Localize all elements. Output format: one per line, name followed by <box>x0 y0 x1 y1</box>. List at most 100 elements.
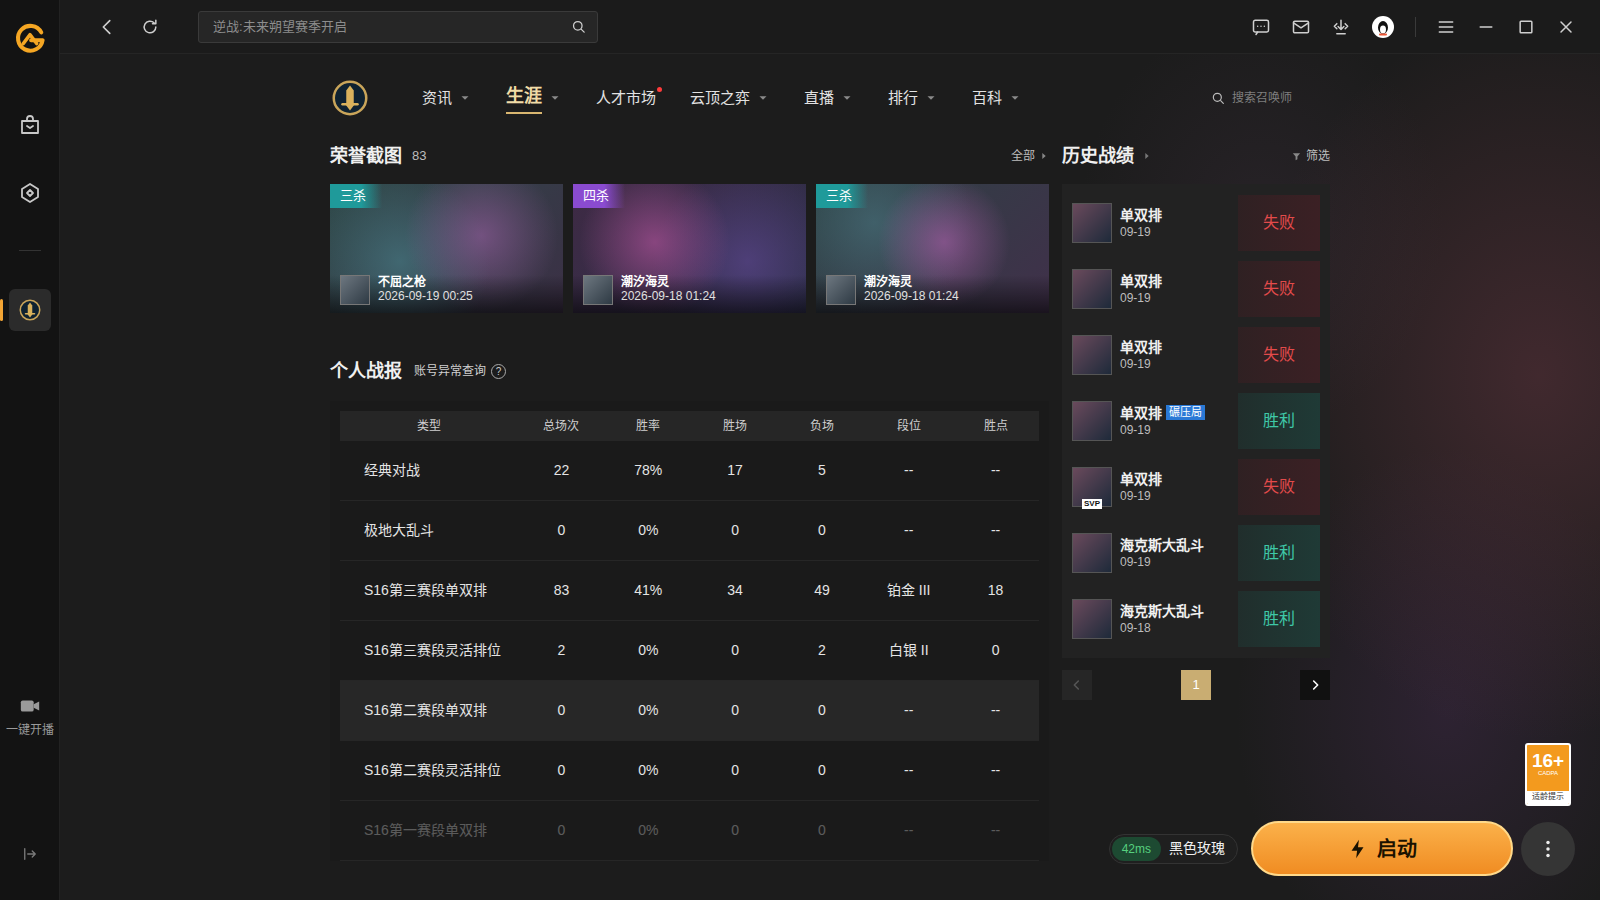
toolbar-divider <box>1415 17 1416 37</box>
honor-screenshot[interactable]: 三杀潮汐海灵2026-09-18 01:24 <box>816 184 1049 313</box>
minimize-icon[interactable] <box>1476 17 1496 37</box>
maximize-icon[interactable] <box>1516 17 1536 37</box>
content: 资讯生涯人才市场云顶之弈直播排行百科荣誉截图83全部三杀不屈之枪2026-09-… <box>60 54 1600 900</box>
nav-tab[interactable]: 排行 <box>888 81 938 116</box>
mail-icon[interactable] <box>1291 17 1311 37</box>
report-row[interactable]: S16第三赛段单双排8341%3449铂金 III18 <box>340 561 1039 621</box>
match-mode-line: 单双排碾压局 <box>1120 404 1205 422</box>
report-cell: 17 <box>692 460 779 481</box>
nav-tab[interactable]: 直播 <box>804 81 854 116</box>
chat-icon[interactable] <box>1251 17 1271 37</box>
match-date: 09-19 <box>1120 356 1162 373</box>
match-result: 胜利 <box>1238 591 1320 647</box>
nav-tab[interactable]: 人才市场 <box>596 81 656 116</box>
champion-name: 潮汐海灵 <box>864 275 959 289</box>
game-search-input[interactable] <box>211 16 570 38</box>
nav-tab-label: 百科 <box>972 87 1002 110</box>
report-cell: -- <box>952 520 1039 541</box>
match-mode-line: 单双排 <box>1120 206 1162 224</box>
report-row-cells: S16第一赛段单双排00%00---- <box>340 801 1039 860</box>
wegame-logo-icon[interactable] <box>12 20 48 56</box>
match-item[interactable]: 单双排09-19失败 <box>1072 190 1320 256</box>
close-icon[interactable] <box>1556 17 1576 37</box>
honor-screenshot[interactable]: 三杀不屈之枪2026-09-19 00:25 <box>330 184 563 313</box>
camera-icon <box>15 695 45 717</box>
champion-avatar <box>1072 203 1112 243</box>
store-icon <box>18 113 42 137</box>
server-status[interactable]: 42ms黑色玫瑰 <box>1109 834 1238 864</box>
right-column: 历史战绩筛选单双排09-19失败单双排09-19失败单双排09-19失败单双排碾… <box>1062 122 1330 861</box>
search-icon[interactable] <box>1210 90 1226 106</box>
search-icon[interactable] <box>570 18 587 35</box>
nav-tab[interactable]: 生涯 <box>506 77 562 120</box>
download-icon[interactable] <box>1331 17 1351 37</box>
report-cell: 极地大乱斗 <box>340 520 518 541</box>
view-all-link[interactable]: 全部 <box>1011 147 1049 165</box>
screenshot-caption: 不屈之枪2026-09-19 00:25 <box>330 275 563 313</box>
back-icon[interactable] <box>96 16 118 38</box>
champion-avatar <box>340 275 370 305</box>
history-title-link[interactable]: 历史战绩 <box>1062 143 1152 170</box>
match-info: 海克斯大乱斗09-19 <box>1120 536 1204 571</box>
nav-tab[interactable]: 百科 <box>972 81 1022 116</box>
column-header: 类型 <box>340 417 518 435</box>
user-avatar-icon[interactable] <box>1371 15 1395 39</box>
honor-header: 荣誉截图83全部 <box>330 142 1049 170</box>
column-header: 胜率 <box>605 417 692 435</box>
ping-value: 42ms <box>1112 837 1161 861</box>
match-item[interactable]: 单双排碾压局09-19胜利 <box>1072 388 1320 454</box>
summoner-search-input[interactable] <box>1230 88 1320 108</box>
match-item[interactable]: 海克斯大乱斗09-18胜利 <box>1072 586 1320 652</box>
career-body: 荣誉截图83全部三杀不屈之枪2026-09-19 00:25四杀潮汐海灵2026… <box>330 122 1330 861</box>
collapse-button[interactable] <box>21 845 39 870</box>
sidebar-item[interactable] <box>9 104 51 146</box>
match-date: 09-19 <box>1120 488 1162 505</box>
report-row[interactable]: S16第三赛段灵活排位20%02白银 II0 <box>340 621 1039 681</box>
match-item[interactable]: 单双排09-19失败 <box>1072 322 1320 388</box>
match-info: 单双排碾压局09-19 <box>1120 404 1205 439</box>
nav-tab-label: 直播 <box>804 87 834 110</box>
match-history-list: 单双排09-19失败单双排09-19失败单双排09-19失败单双排碾压局09-1… <box>1062 184 1330 658</box>
report-cell: 0 <box>518 700 605 721</box>
match-mode: 海克斯大乱斗 <box>1120 602 1204 620</box>
match-item[interactable]: 海克斯大乱斗09-19胜利 <box>1072 520 1320 586</box>
launch-button[interactable]: 启动 <box>1251 821 1513 876</box>
live-button[interactable]: 一键开播 <box>6 695 54 739</box>
match-item[interactable]: SVP单双排09-19失败 <box>1072 454 1320 520</box>
sidebar-item[interactable] <box>9 289 51 331</box>
nav-tab[interactable]: 云顶之弈 <box>690 81 770 116</box>
sidebar-item[interactable] <box>9 172 51 214</box>
report-row[interactable]: 经典对战2278%175---- <box>340 441 1039 501</box>
page-button[interactable]: 1 <box>1181 670 1211 700</box>
report-row[interactable]: S16第二赛段灵活排位00%00---- <box>340 741 1039 801</box>
report-row[interactable]: S16第一赛段单双排00%00---- <box>340 801 1039 861</box>
report-row[interactable]: 极地大乱斗00%00---- <box>340 501 1039 561</box>
report-cell: -- <box>865 700 952 721</box>
filter-button[interactable]: 筛选 <box>1287 147 1330 165</box>
menu-icon[interactable] <box>1436 17 1456 37</box>
match-result-box: 胜利 <box>1238 591 1320 647</box>
honor-shots: 三杀不屈之枪2026-09-19 00:25四杀潮汐海灵2026-09-18 0… <box>330 184 1049 313</box>
report-cell: 0 <box>779 820 866 841</box>
report-cell: 0% <box>605 520 692 541</box>
next-page-button[interactable] <box>1300 670 1330 700</box>
kill-tag: 三杀 <box>816 184 868 208</box>
match-item[interactable]: 单双排09-19失败 <box>1072 256 1320 322</box>
arrow-right-icon <box>1039 151 1049 161</box>
nav-tab[interactable]: 资讯 <box>422 81 472 116</box>
match-result: 失败 <box>1238 327 1320 383</box>
report-cell: -- <box>865 520 952 541</box>
league-logo-icon[interactable] <box>330 78 370 118</box>
match-date: 09-19 <box>1120 290 1162 307</box>
sidebar: 一键开播 <box>0 0 60 900</box>
pagination: 1 <box>1062 670 1330 700</box>
champion-avatar <box>1072 269 1112 309</box>
refresh-icon[interactable] <box>140 17 160 37</box>
help-badge[interactable]: ? <box>491 364 506 379</box>
honor-screenshot[interactable]: 四杀潮汐海灵2026-09-18 01:24 <box>573 184 806 313</box>
match-info: 单双排09-19 <box>1120 470 1162 505</box>
more-button[interactable] <box>1521 822 1575 876</box>
report-row[interactable]: S16第二赛段单双排00%00---- <box>340 681 1039 741</box>
caption-text: 不屈之枪2026-09-19 00:25 <box>378 275 473 305</box>
account-check-link[interactable]: 账号异常查询? <box>414 362 506 380</box>
